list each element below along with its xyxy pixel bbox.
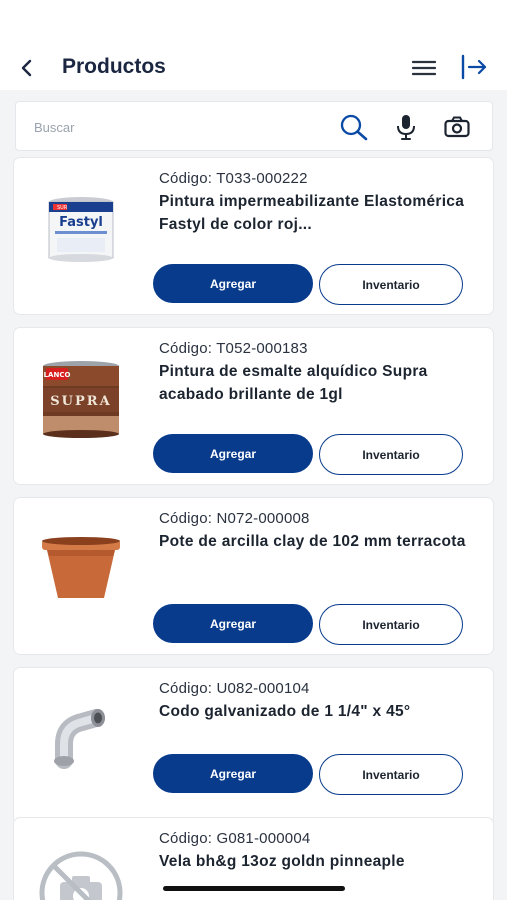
product-name: Pintura de esmalte alquídico Supra acaba… (159, 363, 428, 403)
product-code: Código: T033-000222 (159, 170, 308, 187)
product-card: SUR Fastyl Código: T033-000222 Pintura i… (13, 157, 494, 315)
paint-can-supra-image: LANCO SUPRA (43, 361, 119, 438)
search-bar (15, 101, 493, 151)
paint-bucket-fastyl-image: SUR Fastyl (48, 197, 114, 262)
product-name: Vela bh&g 13oz goldn pinneaple (159, 853, 405, 870)
inventory-button[interactable]: Inventario (319, 604, 463, 645)
menu-button[interactable] (410, 56, 438, 80)
microphone-icon (397, 115, 415, 140)
add-button[interactable]: Agregar (153, 434, 313, 473)
search-button[interactable] (339, 112, 369, 142)
camera-button[interactable] (442, 112, 472, 142)
galvanized-elbow-image (54, 709, 105, 769)
page-title: Productos (62, 55, 166, 78)
product-card: LANCO SUPRA Código: T052-000183 Pintura … (13, 327, 494, 485)
svg-text:SUR: SUR (57, 205, 68, 211)
logout-icon (461, 54, 487, 80)
clay-pot-image (42, 537, 120, 598)
svg-text:Fastyl: Fastyl (59, 215, 103, 230)
product-code: Código: N072-000008 (159, 510, 310, 527)
product-image: SUR Fastyl (36, 184, 126, 274)
product-code: Código: U082-000104 (159, 680, 310, 697)
product-image (36, 694, 126, 784)
chevron-left-icon (21, 59, 32, 77)
search-icon (340, 114, 368, 141)
product-image (36, 524, 126, 614)
svg-text:SUPRA: SUPRA (50, 394, 111, 409)
product-name: Pintura impermeabilizante Elastomérica F… (159, 193, 465, 233)
home-indicator (163, 886, 345, 891)
inventory-button[interactable]: Inventario (319, 434, 463, 475)
add-button[interactable]: Agregar (153, 754, 313, 793)
add-button[interactable]: Agregar (153, 264, 313, 303)
product-code: Código: G081-000004 (159, 830, 311, 847)
product-code: Código: T052-000183 (159, 340, 308, 357)
product-card: Código: N072-000008 Pote de arcilla clay… (13, 497, 494, 655)
hamburger-menu-icon (412, 60, 436, 76)
product-card: Código: U082-000104 Codo galvanizado de … (13, 667, 494, 825)
product-image: LANCO SUPRA (36, 354, 126, 444)
inventory-button[interactable]: Inventario (319, 264, 463, 305)
product-image (36, 848, 126, 900)
camera-icon (444, 116, 470, 138)
app-header: Productos (0, 0, 507, 90)
add-button[interactable]: Agregar (153, 604, 313, 643)
no-photo-icon (39, 851, 123, 900)
microphone-button[interactable] (391, 112, 421, 142)
back-button[interactable] (14, 54, 40, 82)
inventory-button[interactable]: Inventario (319, 754, 463, 795)
product-name: Codo galvanizado de 1 1/4" x 45° (159, 703, 411, 720)
svg-text:LANCO: LANCO (44, 371, 71, 379)
search-input[interactable] (34, 114, 324, 140)
product-name: Pote de arcilla clay de 102 mm terracota (159, 533, 466, 550)
logout-button[interactable] (460, 53, 488, 81)
